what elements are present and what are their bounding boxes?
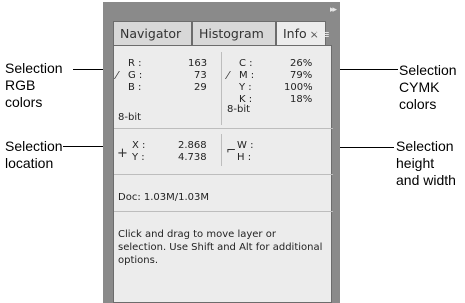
- callout-cmyk: Selection CYMK colors: [399, 62, 457, 112]
- cmyk-bitdepth: 8-bit: [227, 104, 251, 115]
- size-label-w: W :: [237, 140, 254, 151]
- rgb-label-g: G :: [128, 70, 143, 81]
- tab-navigator[interactable]: Navigator: [113, 21, 192, 45]
- column-divider: [221, 134, 222, 166]
- cmyk-label-m: M :: [239, 70, 255, 81]
- rgb-bitdepth: 8-bit: [118, 112, 142, 123]
- cmyk-value-c: 26%: [290, 58, 313, 69]
- callout-size: Selection height and width: [396, 138, 456, 188]
- section-divider: [114, 174, 333, 175]
- eyedropper-icon: ⁄: [116, 69, 118, 82]
- doc-size: Doc: 1.03M/1.03M: [118, 192, 210, 203]
- cmyk-label-y: Y :: [239, 82, 252, 93]
- section-divider: [114, 128, 333, 129]
- rgb-value-g: 73: [194, 70, 207, 81]
- cmyk-value-k: 18%: [290, 94, 313, 105]
- rgb-value-b: 29: [194, 82, 207, 93]
- tab-label: Histogram: [199, 26, 264, 41]
- info-body: R : 163 ⁄ G : 73 B : 29 8-bit C : 26% ⁄ …: [113, 45, 333, 303]
- panel-menu-icon[interactable]: ▾≡: [315, 28, 330, 41]
- hint-text: Click and drag to move layer or selectio…: [118, 229, 323, 266]
- pos-value-y: 4.738: [178, 152, 207, 163]
- tab-label: Navigator: [120, 26, 182, 41]
- callout-line-size: [332, 147, 394, 148]
- callout-rgb: Selection RGB colors: [5, 60, 63, 110]
- marquee-size-icon: ⌐: [226, 143, 237, 157]
- rgb-value-r: 163: [188, 58, 208, 69]
- eyedropper-icon: ⁄: [227, 69, 229, 82]
- pos-label-x: X :: [132, 140, 146, 151]
- cmyk-label-c: C :: [239, 58, 253, 69]
- info-panel: ▸▸ Navigator Histogram Info × ▾≡ R : 163 …: [103, 2, 340, 303]
- tab-histogram[interactable]: Histogram: [192, 21, 276, 45]
- collapse-icon[interactable]: ▸▸: [330, 5, 337, 15]
- panel-topbar: ▸▸: [103, 2, 340, 22]
- section-divider: [114, 211, 333, 212]
- rgb-label-b: B :: [128, 82, 142, 93]
- tab-label: Info: [283, 26, 307, 41]
- pos-label-y: Y :: [132, 152, 145, 163]
- cmyk-value-m: 79%: [290, 70, 313, 81]
- pos-value-x: 2.868: [178, 140, 207, 151]
- crosshair-icon: +: [117, 146, 128, 161]
- callout-location: Selection location: [5, 138, 63, 171]
- column-divider: [221, 52, 222, 125]
- callout-line-cmyk: [340, 69, 398, 70]
- size-label-h: H :: [237, 152, 252, 163]
- cmyk-value-y: 100%: [284, 82, 313, 93]
- rgb-label-r: R :: [128, 58, 142, 69]
